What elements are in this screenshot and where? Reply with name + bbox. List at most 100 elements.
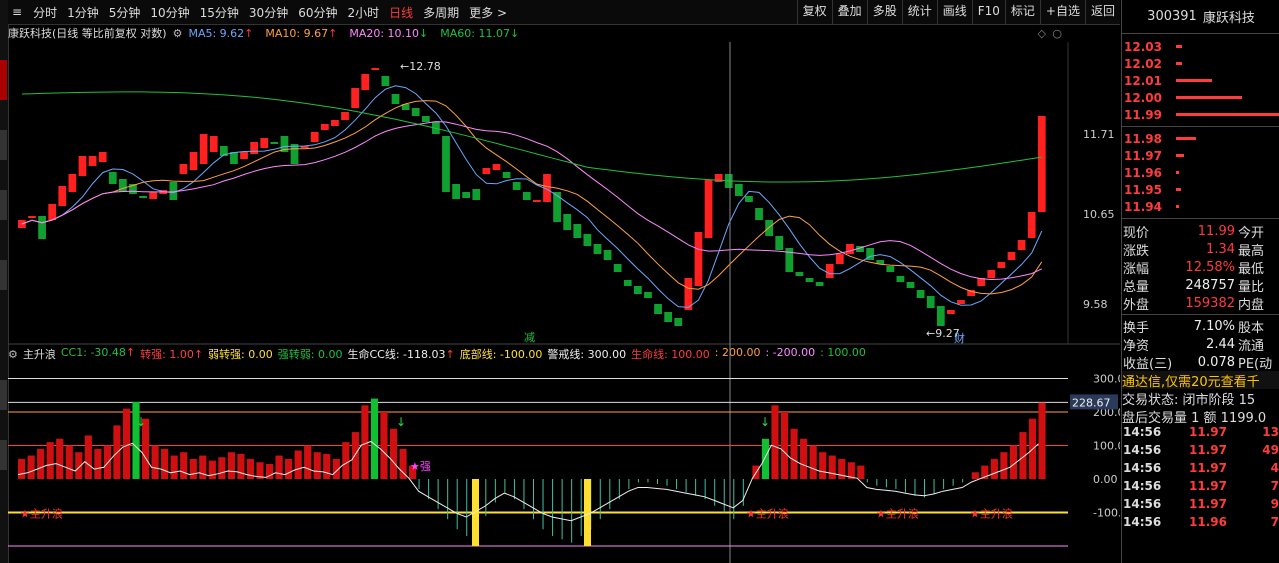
indicator-bar <box>800 438 808 479</box>
candle <box>421 116 430 122</box>
left-tab[interactable] <box>0 260 7 290</box>
ob-price: 11.99 <box>1124 107 1162 122</box>
order-book-row[interactable]: 11.99 <box>1122 106 1279 123</box>
candle <box>1037 116 1046 212</box>
trade-volume: 7 <box>1270 515 1279 529</box>
indicator-bar <box>103 445 111 479</box>
candle <box>755 208 763 220</box>
ob-size-bar <box>1176 45 1182 48</box>
left-tab-active[interactable] <box>0 60 7 100</box>
candle <box>522 192 531 200</box>
candle <box>230 152 238 164</box>
period-tab[interactable]: 15分钟 <box>195 4 244 21</box>
order-book-row[interactable]: 12.02 <box>1122 55 1279 72</box>
order-book-row[interactable]: 12.00 <box>1122 89 1279 106</box>
candle <box>633 286 642 294</box>
notice-banner[interactable]: 通达信,仅需20元查看千 <box>1122 371 1279 390</box>
candle <box>48 204 57 220</box>
reduce-marker: 减 <box>524 331 535 344</box>
quote-label: PE(动 <box>1238 356 1273 372</box>
left-tab[interactable] <box>0 130 7 160</box>
candle <box>240 152 248 159</box>
tool-button[interactable]: 复权 <box>796 0 832 24</box>
main-wave-signal: ★主升浪 <box>970 507 1013 521</box>
quote-value: 159382 <box>1185 295 1235 311</box>
tool-button[interactable]: F10 <box>971 0 1005 24</box>
tool-button[interactable]: +自选 <box>1039 0 1085 24</box>
candle <box>734 184 743 196</box>
candle <box>189 152 198 170</box>
indicator-bar <box>189 458 197 479</box>
period-tab[interactable]: 10分钟 <box>145 4 194 21</box>
candle <box>391 94 400 104</box>
order-book-row[interactable]: 11.98 <box>1122 130 1279 147</box>
tool-button[interactable]: 多股 <box>866 0 902 24</box>
candle <box>118 179 127 192</box>
period-tab[interactable]: 更多 > <box>464 4 512 21</box>
order-book-row[interactable]: 11.97 <box>1122 147 1279 164</box>
period-tab[interactable]: 30分钟 <box>244 4 293 21</box>
candle <box>775 236 784 250</box>
menu-icon[interactable]: ≡ <box>8 5 28 19</box>
period-tab[interactable]: 60分钟 <box>293 4 342 21</box>
left-tab[interactable] <box>0 380 7 410</box>
chart-area[interactable]: 11.7110.659.58←12.78←9.27减财300.0200.0100… <box>8 24 1120 563</box>
indicator-bar <box>695 479 697 496</box>
tool-button[interactable]: 统计 <box>901 0 937 24</box>
indicator-bar <box>208 460 216 479</box>
quote-panel: 300391 康跃科技 12.03 12.02 12.01 12.00 11.99 11… <box>1121 0 1279 563</box>
order-book-row[interactable]: 11.96 <box>1122 164 1279 181</box>
candle <box>38 216 46 239</box>
candle <box>28 216 36 218</box>
candle <box>371 68 380 70</box>
tool-button[interactable]: 叠加 <box>831 0 867 24</box>
indicator-bar <box>971 472 979 479</box>
quote-row: 换手 7.10% 股本 <box>1122 317 1279 336</box>
order-book-row[interactable]: 11.94 <box>1122 198 1279 215</box>
indicator-bar <box>571 479 573 543</box>
indicator-bar <box>866 479 868 483</box>
quote-row: 涨跌 1.34 最高 <box>1122 240 1279 259</box>
indicator-bar <box>733 479 735 520</box>
tool-button[interactable]: 画线 <box>936 0 972 24</box>
left-tab[interactable] <box>0 440 7 470</box>
indicator-bar <box>904 479 906 493</box>
candle <box>98 152 107 162</box>
quote-label: 收益(三) <box>1123 356 1173 372</box>
indicator-bar <box>580 479 582 536</box>
indicator-tick: 100.0 <box>1093 440 1120 453</box>
indicator-bar <box>418 479 420 490</box>
candle <box>957 300 965 304</box>
period-tab[interactable]: 日线 <box>384 4 418 21</box>
candle <box>179 164 188 174</box>
quote-label: 现价 <box>1123 225 1150 241</box>
period-tab[interactable]: 1分钟 <box>62 4 104 21</box>
ob-price: 12.03 <box>1124 39 1162 54</box>
candle <box>502 172 511 178</box>
period-tab[interactable]: 多周期 <box>418 4 464 21</box>
indicator-tick: -100.0 <box>1093 507 1120 520</box>
period-tab[interactable]: 5分钟 <box>104 4 146 21</box>
candle <box>603 250 612 260</box>
quote-label: 外盘 <box>1123 297 1150 313</box>
candle <box>462 192 471 198</box>
indicator-bar <box>933 479 935 495</box>
candle <box>331 120 339 126</box>
quote-value: 2.44 <box>1206 336 1235 352</box>
high-label: ←12.78 <box>400 60 441 73</box>
period-tab[interactable]: 2小时 <box>342 4 384 21</box>
tool-button[interactable]: 返回 <box>1084 0 1120 24</box>
order-book-row[interactable]: 12.03 <box>1122 38 1279 55</box>
trade-price: 11.97 <box>1189 443 1227 457</box>
trade-row: 14:56 11.97 49 <box>1122 443 1279 461</box>
period-tab[interactable]: 分时 <box>28 4 62 21</box>
order-book-row[interactable]: 11.95 <box>1122 181 1279 198</box>
trade-time: 14:56 <box>1123 443 1162 457</box>
candle <box>108 172 117 184</box>
candle <box>593 244 602 254</box>
tool-button[interactable]: 标记 <box>1004 0 1040 24</box>
order-book-row[interactable]: 12.01 <box>1122 72 1279 89</box>
left-tab[interactable] <box>0 190 7 220</box>
indicator-bar <box>1000 452 1008 479</box>
trade-price: 11.97 <box>1189 461 1227 475</box>
